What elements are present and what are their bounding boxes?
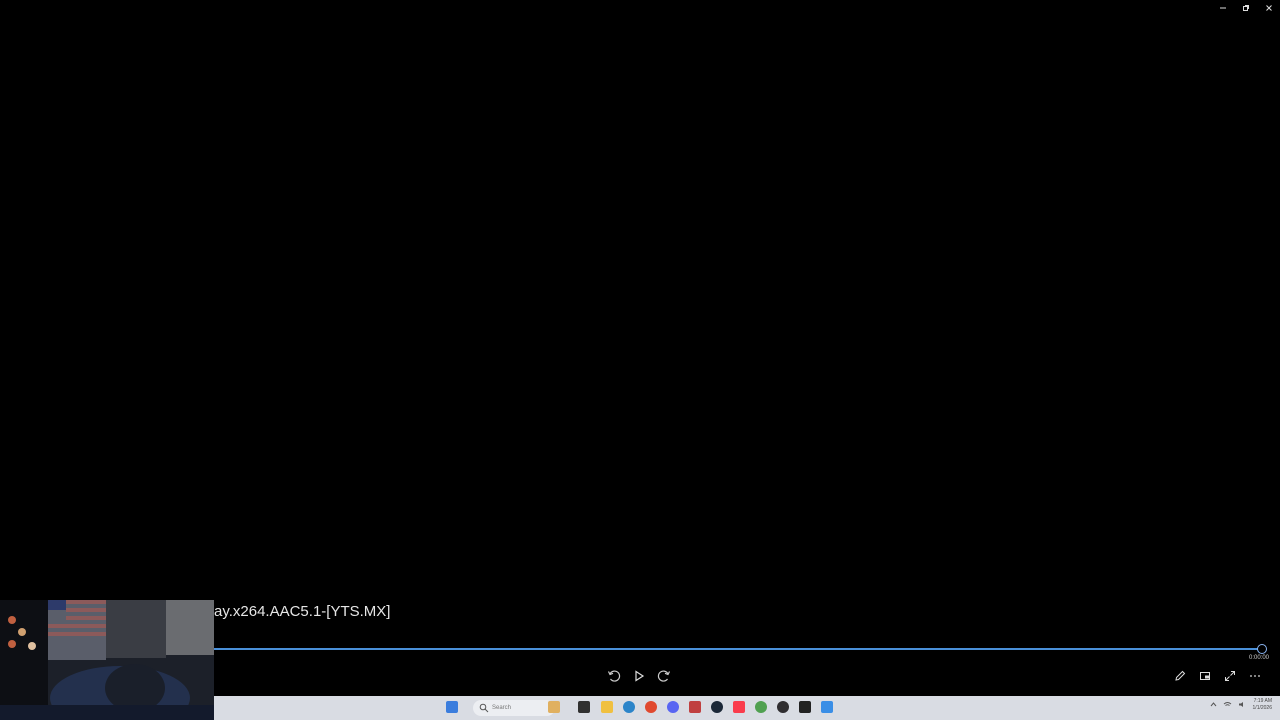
chevron-up-icon[interactable]: [1210, 701, 1217, 710]
fullscreen-icon[interactable]: [1222, 668, 1238, 684]
steam-icon[interactable]: [711, 701, 723, 713]
close-icon[interactable]: [1257, 0, 1280, 16]
media-player-icon[interactable]: [821, 701, 833, 713]
seek-bar[interactable]: [214, 648, 1262, 650]
window-controls: [1211, 0, 1280, 16]
discord-icon[interactable]: [667, 701, 679, 713]
play-icon[interactable]: [631, 668, 647, 684]
seek-thumb[interactable]: [1257, 644, 1267, 654]
elapsed-time: 0:00:00: [1249, 655, 1270, 661]
system-tray: 7:19 AM 1/1/2026: [1210, 698, 1272, 712]
app-icon[interactable]: [755, 701, 767, 713]
minimize-icon[interactable]: [1211, 0, 1234, 16]
clock-date: 1/1/2026: [1252, 705, 1272, 711]
skip-back-icon[interactable]: [606, 668, 622, 684]
mini-view-icon[interactable]: [1197, 668, 1213, 684]
search-icon: [479, 703, 489, 713]
clock-time: 7:19 AM: [1253, 698, 1272, 704]
obs-icon[interactable]: [777, 701, 789, 713]
media-icon[interactable]: [799, 701, 811, 713]
chrome-icon[interactable]: [645, 701, 657, 713]
edit-icon[interactable]: [1172, 668, 1188, 684]
skip-forward-icon[interactable]: [656, 668, 672, 684]
music-icon[interactable]: [733, 701, 745, 713]
network-icon[interactable]: [1223, 701, 1232, 710]
video-surface[interactable]: [0, 0, 1280, 640]
transport-controls: [606, 668, 672, 684]
more-icon[interactable]: [1247, 668, 1263, 684]
search-placeholder: Search: [492, 705, 512, 711]
volume-icon[interactable]: [1238, 701, 1247, 710]
taskbar: Search 7:19 AM 1/1/2026: [214, 696, 1280, 720]
edge-icon[interactable]: [623, 701, 635, 713]
start-icon[interactable]: [446, 701, 458, 713]
webcam-overlay: [0, 600, 214, 720]
terminal-icon[interactable]: [578, 701, 590, 713]
restore-icon[interactable]: [1234, 0, 1257, 16]
file-explorer-icon[interactable]: [601, 701, 613, 713]
right-controls: [1172, 668, 1263, 684]
taskbar-search[interactable]: Search: [473, 700, 555, 716]
widgets-icon[interactable]: [548, 701, 560, 713]
media-title: ay.x264.AAC5.1-[YTS.MX]: [214, 603, 391, 620]
game-icon[interactable]: [689, 701, 701, 713]
